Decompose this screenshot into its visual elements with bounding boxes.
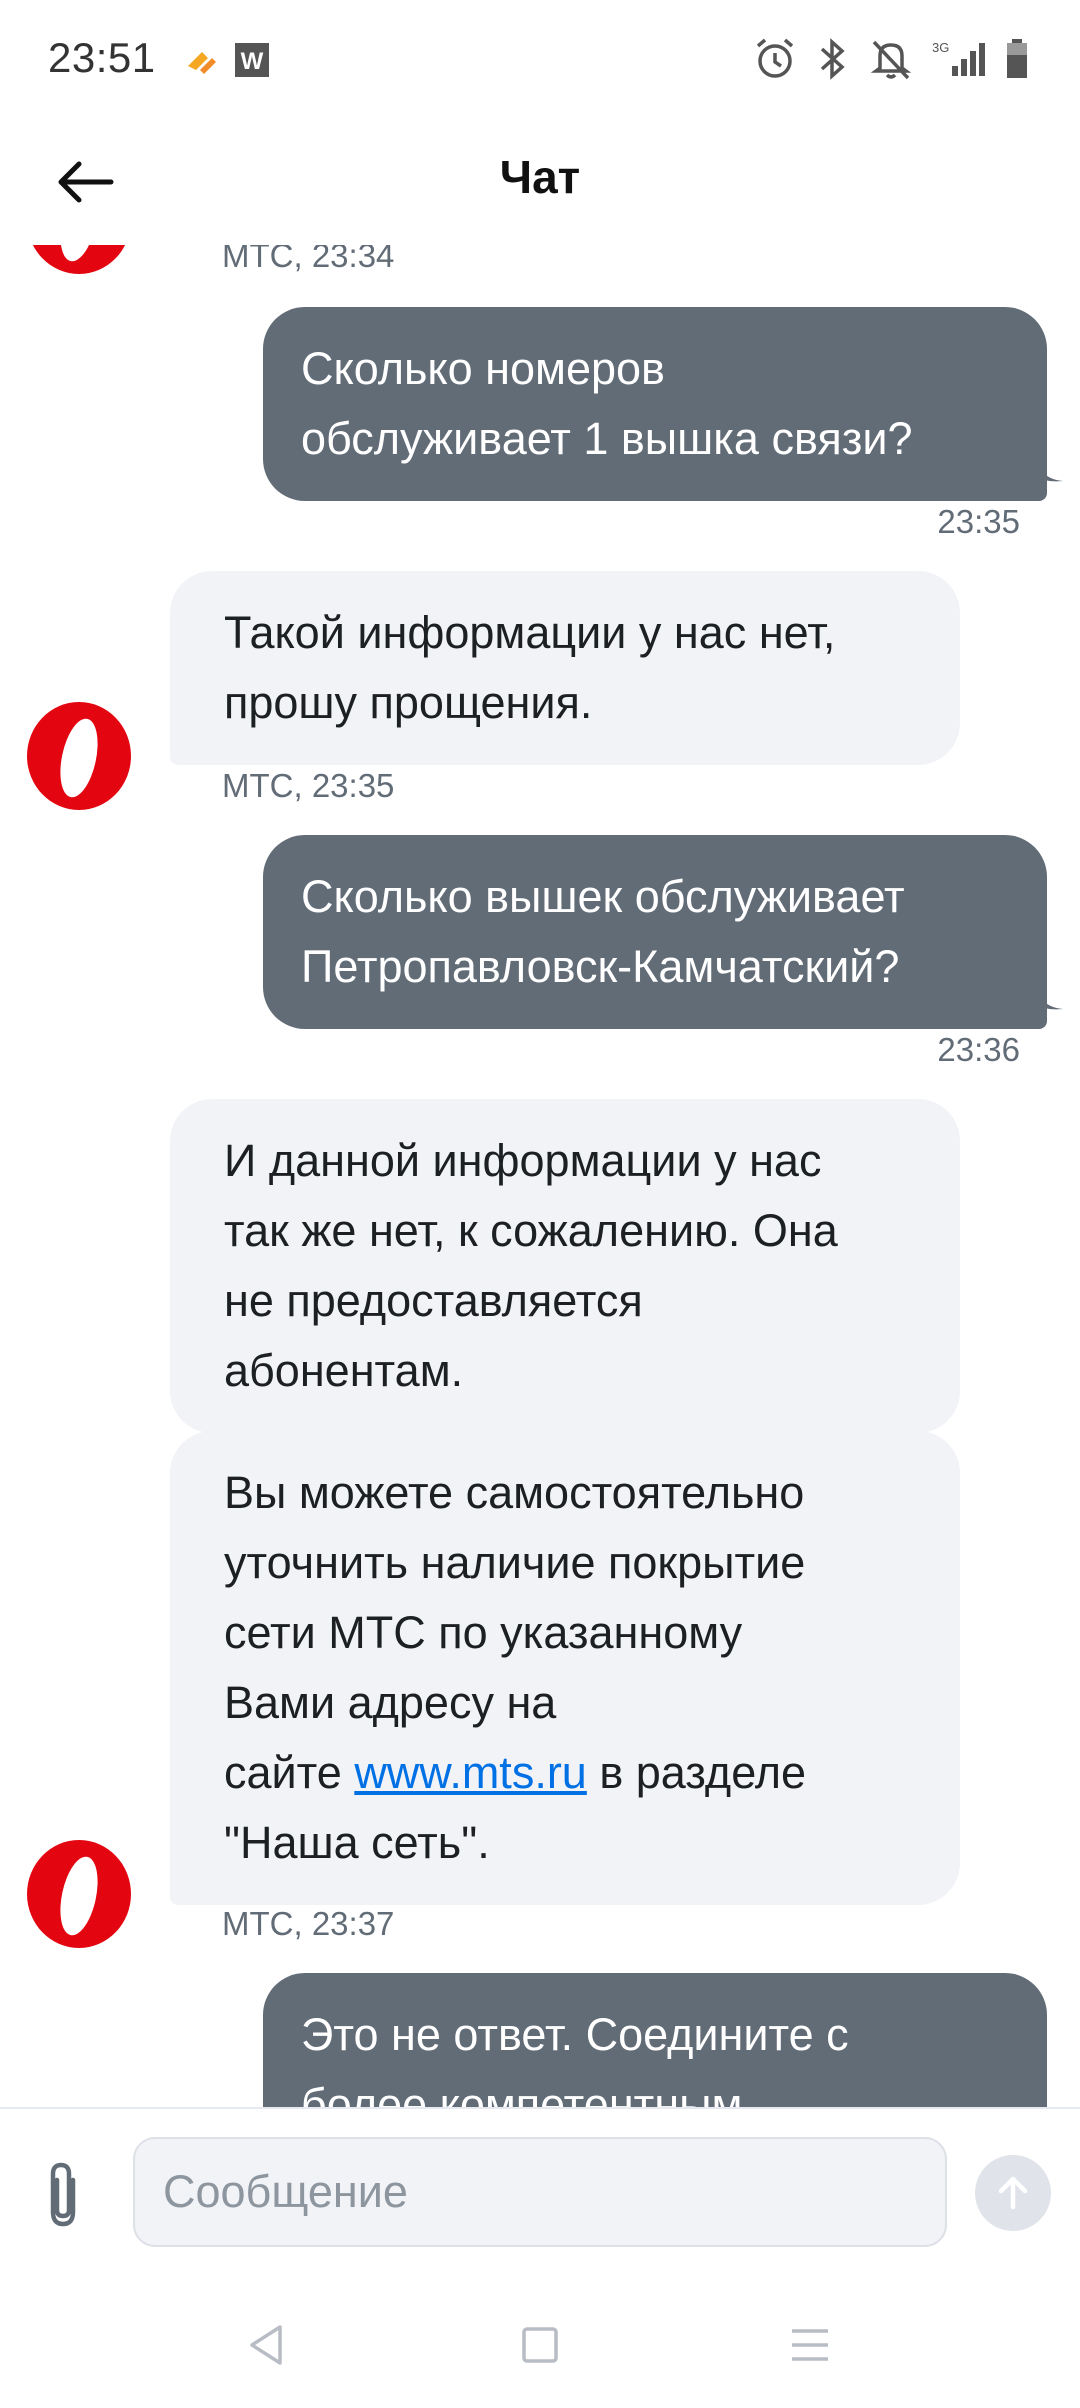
outgoing-message-bubble[interactable]: Это не ответ. Соедините с более компетен…	[263, 1973, 1047, 2107]
bluetooth-icon	[812, 36, 852, 87]
mts-avatar-icon	[24, 245, 134, 275]
triangle-back-icon	[250, 2325, 282, 2365]
paperclip-icon	[50, 2162, 76, 2227]
alarm-icon	[752, 36, 798, 87]
message-text: Сколько номеров обслуживает 1 вышка связ…	[301, 343, 913, 464]
menu-lines-icon	[792, 2329, 828, 2361]
message-time: 23:36	[937, 1031, 1020, 1068]
message-meta: МТС, 23:34	[222, 245, 395, 274]
svg-text:W: W	[241, 48, 264, 75]
message-text: Сколько вышек обслуживает Петропавловск-…	[301, 871, 905, 992]
message-time: 23:35	[937, 503, 1020, 540]
message-input[interactable]	[133, 2137, 947, 2247]
message-text: Такой информации у нас нет, прошу прощен…	[224, 607, 836, 728]
bubble-tail	[1035, 983, 1065, 1013]
mts-avatar-icon	[24, 701, 134, 811]
notification-app-icon	[182, 40, 222, 85]
nav-menu-button[interactable]	[770, 2310, 850, 2380]
arrow-up-icon	[998, 2176, 1028, 2210]
message-text: Это не ответ. Соедините с более компетен…	[301, 2009, 849, 2107]
status-time: 23:51	[48, 34, 156, 81]
message-meta: МТС, 23:35	[222, 767, 395, 804]
chat-message-list[interactable]: МТС, 23:34 Сколько номеров обслуживает 1…	[0, 245, 1080, 2107]
square-home-icon	[522, 2327, 558, 2363]
battery-icon	[1004, 38, 1030, 85]
outgoing-message-bubble[interactable]: Сколько номеров обслуживает 1 вышка связ…	[263, 307, 1047, 501]
system-navigation-bar	[0, 2282, 1080, 2408]
message-text: Вы можете самостоятельно уточнить наличи…	[224, 1458, 924, 1878]
notification-w-icon: W	[232, 40, 272, 85]
incoming-message-bubble[interactable]: И данной информации у нас так же нет, к …	[170, 1099, 960, 1433]
message-text: И данной информации у нас так же нет, к …	[224, 1135, 838, 1396]
nav-home-button[interactable]	[500, 2310, 580, 2380]
send-button[interactable]	[975, 2155, 1051, 2231]
message-composer	[0, 2107, 1080, 2282]
mts-avatar-icon	[24, 1839, 134, 1949]
app-header: Чат	[0, 120, 1080, 245]
status-bar: 23:51 W 3G	[0, 0, 1080, 120]
signal-icon: 3G	[930, 40, 992, 85]
network-type-label: 3G	[932, 40, 949, 55]
outgoing-message-bubble[interactable]: Сколько вышек обслуживает Петропавловск-…	[263, 835, 1047, 1029]
nav-back-button[interactable]	[226, 2310, 306, 2380]
message-meta: МТС, 23:37	[222, 1905, 395, 1942]
attach-button[interactable]	[34, 2155, 96, 2235]
mts-website-link[interactable]: www.mts.ru	[354, 1747, 587, 1798]
incoming-message-bubble[interactable]: Вы можете самостоятельно уточнить наличи…	[170, 1431, 960, 1905]
page-title: Чат	[499, 151, 581, 203]
mute-notifications-icon	[868, 36, 914, 87]
bubble-tail	[1035, 455, 1065, 485]
incoming-message-bubble[interactable]: Такой информации у нас нет, прошу прощен…	[170, 571, 960, 765]
